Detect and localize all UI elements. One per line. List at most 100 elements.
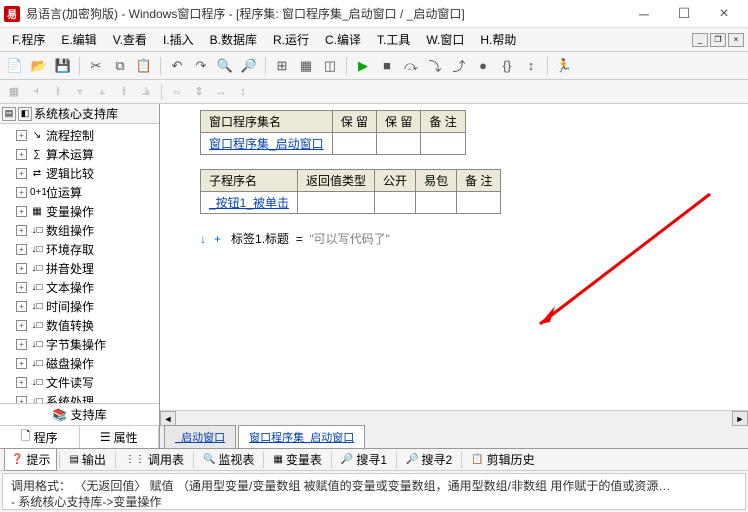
btab-search1[interactable]: 🔎搜寻1 xyxy=(334,448,394,471)
mdi-restore-button[interactable]: ❐ xyxy=(710,33,726,47)
btab-clip[interactable]: 📋剪辑历史 xyxy=(464,448,541,471)
menu-tools[interactable]: T.工具 xyxy=(369,29,418,50)
tree-header-icon2[interactable]: ◧ xyxy=(18,107,32,121)
open-icon[interactable]: 📂 xyxy=(28,55,50,77)
maximize-button[interactable]: ☐ xyxy=(664,2,704,26)
stop-icon[interactable]: ■ xyxy=(376,55,398,77)
expand-icon[interactable]: + xyxy=(16,339,27,350)
align-center-icon[interactable]: ⫲ xyxy=(48,82,68,102)
tree-item-1[interactable]: +∑算术运算 xyxy=(2,145,157,164)
tree-header-icon[interactable]: ▤ xyxy=(2,107,16,121)
expand-icon[interactable]: + xyxy=(16,244,27,255)
close-button[interactable]: × xyxy=(704,2,744,26)
new-icon[interactable]: 📄 xyxy=(4,55,26,77)
cell[interactable]: 窗口程序集_启动窗口 xyxy=(201,133,333,155)
expand-icon[interactable]: + xyxy=(16,225,27,236)
menu-edit[interactable]: E.编辑 xyxy=(53,29,104,50)
redo-icon[interactable]: ↷ xyxy=(190,55,212,77)
dist-h-icon[interactable]: ⇔ xyxy=(167,82,187,102)
window-icon[interactable]: ⊞ xyxy=(271,55,293,77)
editor-tab-window[interactable]: _启动窗口 xyxy=(164,425,236,448)
sort-icon[interactable]: ↕ xyxy=(520,55,542,77)
scroll-right-icon[interactable]: ► xyxy=(732,411,748,426)
step-out-icon[interactable]: ⤴ xyxy=(448,55,470,77)
dist-v-icon[interactable]: ⇕ xyxy=(189,82,209,102)
tree-item-4[interactable]: +▦变量操作 xyxy=(2,202,157,221)
expand-icon[interactable]: + xyxy=(16,206,27,217)
expand-icon[interactable]: + xyxy=(16,282,27,293)
menu-compile[interactable]: C.编译 xyxy=(317,29,369,50)
cell[interactable] xyxy=(416,192,457,214)
braces-icon[interactable]: {} xyxy=(496,55,518,77)
expand-icon[interactable]: + xyxy=(16,320,27,331)
mdi-minimize-button[interactable]: _ xyxy=(692,33,708,47)
tree-item-9[interactable]: +↓□时间操作 xyxy=(2,297,157,316)
expand-icon[interactable]: + xyxy=(16,358,27,369)
menu-help[interactable]: H.帮助 xyxy=(472,29,524,50)
cut-icon[interactable]: ✂ xyxy=(85,55,107,77)
person-icon[interactable]: 🏃 xyxy=(553,55,575,77)
find-icon[interactable]: 🔍 xyxy=(214,55,236,77)
btab-hint[interactable]: ❓提示 xyxy=(4,448,57,471)
expand-icon[interactable]: + xyxy=(16,149,27,160)
same-h-icon[interactable]: ↕ xyxy=(233,82,253,102)
save-icon[interactable]: 💾 xyxy=(52,55,74,77)
tree-item-8[interactable]: +↓□文本操作 xyxy=(2,278,157,297)
btab-calltable[interactable]: ⋮⋮调用表 xyxy=(118,448,191,471)
cell[interactable] xyxy=(421,133,465,155)
menu-program[interactable]: F.程序 xyxy=(4,29,53,50)
tree-item-13[interactable]: +↓□文件读写 xyxy=(2,373,157,392)
menu-view[interactable]: V.查看 xyxy=(105,29,155,50)
cell[interactable]: _按钮1_被单击 xyxy=(201,192,298,214)
menu-database[interactable]: B.数据库 xyxy=(202,29,265,50)
editor-body[interactable]: 窗口程序集名保 留保 留备 注 窗口程序集_启动窗口 子程序名返回值类型公开易包… xyxy=(160,104,748,410)
scroll-track[interactable] xyxy=(176,411,732,426)
expand-icon[interactable]: + xyxy=(16,377,27,388)
tree-item-11[interactable]: +↓□字节集操作 xyxy=(2,335,157,354)
paste-icon[interactable]: 📋 xyxy=(133,55,155,77)
align-right-icon[interactable]: ⫟ xyxy=(70,82,90,102)
btab-output[interactable]: ▤输出 xyxy=(62,448,112,471)
grid-icon[interactable]: ▦ xyxy=(4,82,24,102)
expand-icon[interactable]: + xyxy=(16,130,27,141)
btab-vars[interactable]: ▦变量表 xyxy=(266,448,328,471)
same-w-icon[interactable]: ↔ xyxy=(211,82,231,102)
bottom-content[interactable]: 调用格式： 〈无返回值〉 赋值 （通用型变量/变量数组 被赋值的变量或变量数组，… xyxy=(2,473,746,510)
tree-item-3[interactable]: +0+1位运算 xyxy=(2,183,157,202)
run-icon[interactable]: ▶ xyxy=(352,55,374,77)
expand-icon[interactable]: + xyxy=(16,396,27,403)
find2-icon[interactable]: 🔎 xyxy=(238,55,260,77)
horizontal-scrollbar[interactable]: ◄ ► xyxy=(160,410,748,426)
copy-icon[interactable]: ⧉ xyxy=(109,55,131,77)
cell[interactable] xyxy=(332,133,376,155)
tree-panel[interactable]: +↘流程控制+∑算术运算+⇄逻辑比较+0+1位运算+▦变量操作+↓□数组操作 +↓… xyxy=(0,124,159,403)
tree-item-7[interactable]: +↓□拼音处理 xyxy=(2,259,157,278)
tree-item-5[interactable]: +↓□数组操作 xyxy=(2,221,157,240)
expand-icon[interactable]: + xyxy=(16,301,27,312)
step-over-icon[interactable]: ⤼ xyxy=(400,55,422,77)
sidebar-tab-props[interactable]: ☰属性 xyxy=(80,426,160,448)
tree-item-12[interactable]: +↓□磁盘操作 xyxy=(2,354,157,373)
sidebar-tab-program[interactable]: 🗋程序 xyxy=(0,426,80,448)
tree-item-10[interactable]: +↓□数值转换 xyxy=(2,316,157,335)
tree-item-14[interactable]: +↓□系统处理 xyxy=(2,392,157,403)
undo-icon[interactable]: ↶ xyxy=(166,55,188,77)
menu-window[interactable]: W.窗口 xyxy=(418,29,472,50)
step-into-icon[interactable]: ⤵ xyxy=(424,55,446,77)
align-left-icon[interactable]: ⫞ xyxy=(26,82,46,102)
align-bottom-icon[interactable]: ⫡ xyxy=(136,82,156,102)
expand-icon[interactable]: + xyxy=(16,187,27,198)
tree-item-2[interactable]: +⇄逻辑比较 xyxy=(2,164,157,183)
editor-tab-programset[interactable]: 窗口程序集_启动窗口 xyxy=(238,425,365,448)
panel-icon[interactable]: ◫ xyxy=(319,55,341,77)
tree-item-0[interactable]: +↘流程控制 xyxy=(2,126,157,145)
expand-icon[interactable]: + xyxy=(16,263,27,274)
btab-search2[interactable]: 🔎搜寻2 xyxy=(399,448,459,471)
cell[interactable] xyxy=(377,133,421,155)
mdi-close-button[interactable]: × xyxy=(728,33,744,47)
btab-watch[interactable]: 🔍监视表 xyxy=(196,448,261,471)
menu-insert[interactable]: I.插入 xyxy=(155,29,202,50)
cell[interactable] xyxy=(298,192,375,214)
scroll-left-icon[interactable]: ◄ xyxy=(160,411,176,426)
toggle-bp-icon[interactable]: ● xyxy=(472,55,494,77)
